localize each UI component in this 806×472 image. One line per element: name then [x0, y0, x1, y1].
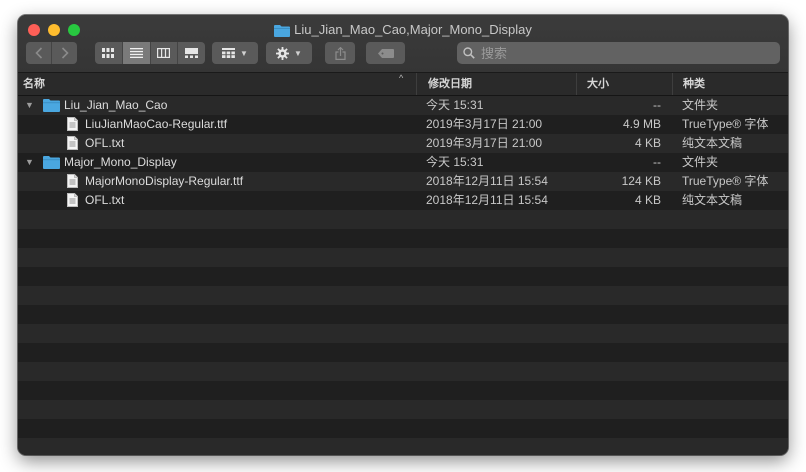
- search-input[interactable]: [479, 44, 763, 62]
- table-row[interactable]: ▼ Liu_Jian_Mao_Cao 今天 15:31 -- 文件夹: [18, 96, 788, 115]
- file-name: MajorMonoDisplay-Regular.ttf: [85, 174, 244, 188]
- icon-view-button[interactable]: [95, 42, 122, 64]
- file-size: 4 KB: [634, 193, 661, 207]
- empty-row: [18, 229, 788, 248]
- file-kind: 纯文本文稿: [682, 136, 743, 150]
- table-row[interactable]: MajorMonoDisplay-Regular.ttf 2018年12月11日 …: [18, 172, 788, 191]
- column-header-name[interactable]: 名称: [23, 73, 413, 95]
- file-name: OFL.txt: [85, 136, 125, 150]
- window-title-text: Liu_Jian_Mao_Cao,Major_Mono_Display: [294, 22, 532, 37]
- file-name: Major_Mono_Display: [64, 155, 177, 169]
- column-header-date-label: 修改日期: [428, 78, 472, 90]
- chevron-down-icon: ▼: [294, 48, 302, 58]
- file-date: 2019年3月17日 21:00: [426, 136, 543, 150]
- table-row[interactable]: LiuJianMaoCao-Regular.ttf 2019年3月17日 21:0…: [18, 115, 788, 134]
- group-grid-icon: [222, 48, 236, 58]
- file-kind: TrueType® 字体: [682, 117, 769, 131]
- share-button[interactable]: [325, 42, 355, 64]
- file-date: 今天 15:31: [426, 155, 484, 169]
- empty-row: [18, 381, 788, 400]
- empty-row: [18, 210, 788, 229]
- share-icon: [334, 46, 346, 60]
- table-row[interactable]: OFL.txt 2018年12月11日 15:54 4 KB 纯文本文稿: [18, 191, 788, 210]
- file-kind: 文件夹: [682, 155, 719, 169]
- file-size: 4 KB: [634, 136, 661, 150]
- icon-grid-icon: [102, 48, 115, 58]
- empty-row: [18, 305, 788, 324]
- tag-icon: [377, 48, 394, 58]
- folder-icon: [274, 24, 291, 41]
- search-field[interactable]: [457, 42, 780, 64]
- file-date: 2018年12月11日 15:54: [426, 174, 548, 188]
- tag-button[interactable]: [366, 42, 405, 64]
- finder-window: Liu_Jian_Mao_Cao,Major_Mono_Display ▼ ▼ …: [18, 15, 788, 455]
- search-icon: [463, 47, 475, 59]
- file-size: --: [653, 98, 661, 112]
- empty-row: [18, 438, 788, 455]
- file-size: 4.9 MB: [622, 117, 661, 131]
- empty-row: [18, 267, 788, 286]
- file-size: --: [653, 155, 661, 169]
- title-bar: Liu_Jian_Mao_Cao,Major_Mono_Display ▼ ▼ …: [18, 15, 788, 73]
- file-size: 124 KB: [621, 174, 661, 188]
- column-header-date[interactable]: 修改日期: [416, 73, 576, 95]
- disclosure-triangle-icon[interactable]: ▼: [25, 96, 34, 115]
- forward-button[interactable]: [51, 42, 77, 64]
- file-date: 今天 15:31: [426, 98, 484, 112]
- window-title: Liu_Jian_Mao_Cao,Major_Mono_Display: [18, 22, 788, 41]
- file-name: Liu_Jian_Mao_Cao: [64, 98, 168, 112]
- sort-ascending-icon: ^: [399, 73, 404, 83]
- list-view-button[interactable]: [121, 42, 150, 64]
- file-kind: TrueType® 字体: [682, 174, 769, 188]
- empty-row: [18, 343, 788, 362]
- gear-icon: [276, 46, 290, 60]
- file-date: 2018年12月11日 15:54: [426, 193, 548, 207]
- column-view-button[interactable]: [149, 42, 178, 64]
- table-row[interactable]: ▼ Major_Mono_Display 今天 15:31 -- 文件夹: [18, 153, 788, 172]
- column-header-kind[interactable]: 种类: [672, 73, 788, 95]
- empty-row: [18, 419, 788, 438]
- view-mode-switcher: [95, 42, 205, 64]
- empty-row: [18, 248, 788, 267]
- navigation-buttons: [26, 42, 77, 64]
- empty-row: [18, 362, 788, 381]
- columns-icon: [157, 48, 171, 58]
- column-header-size[interactable]: 大小: [576, 73, 672, 95]
- file-name: OFL.txt: [85, 193, 125, 207]
- list-icon: [129, 48, 143, 58]
- empty-row: [18, 286, 788, 305]
- file-name: LiuJianMaoCao-Regular.ttf: [85, 117, 228, 131]
- file-kind: 文件夹: [682, 98, 719, 112]
- disclosure-triangle-icon[interactable]: ▼: [25, 153, 34, 172]
- back-button[interactable]: [26, 42, 51, 64]
- file-date: 2019年3月17日 21:00: [426, 117, 543, 131]
- list-header: 名称 ^ 修改日期 大小 种类: [18, 73, 788, 96]
- column-header-name-label: 名称: [23, 78, 45, 90]
- gallery-icon: [185, 48, 199, 58]
- chevron-right-icon: [61, 47, 69, 59]
- file-kind: 纯文本文稿: [682, 193, 743, 207]
- gallery-view-button[interactable]: [177, 42, 205, 64]
- table-row[interactable]: OFL.txt 2019年3月17日 21:00 4 KB 纯文本文稿: [18, 134, 788, 153]
- chevron-left-icon: [34, 47, 42, 59]
- chevron-down-icon: ▼: [240, 48, 248, 58]
- action-menu-button[interactable]: ▼: [266, 42, 312, 64]
- empty-row: [18, 324, 788, 343]
- column-header-size-label: 大小: [587, 78, 609, 90]
- file-list: ▼ Liu_Jian_Mao_Cao 今天 15:31 -- 文件夹 LiuJianMao…: [18, 96, 788, 455]
- empty-row: [18, 400, 788, 419]
- group-by-button[interactable]: ▼: [212, 42, 258, 64]
- column-header-kind-label: 种类: [683, 78, 705, 90]
